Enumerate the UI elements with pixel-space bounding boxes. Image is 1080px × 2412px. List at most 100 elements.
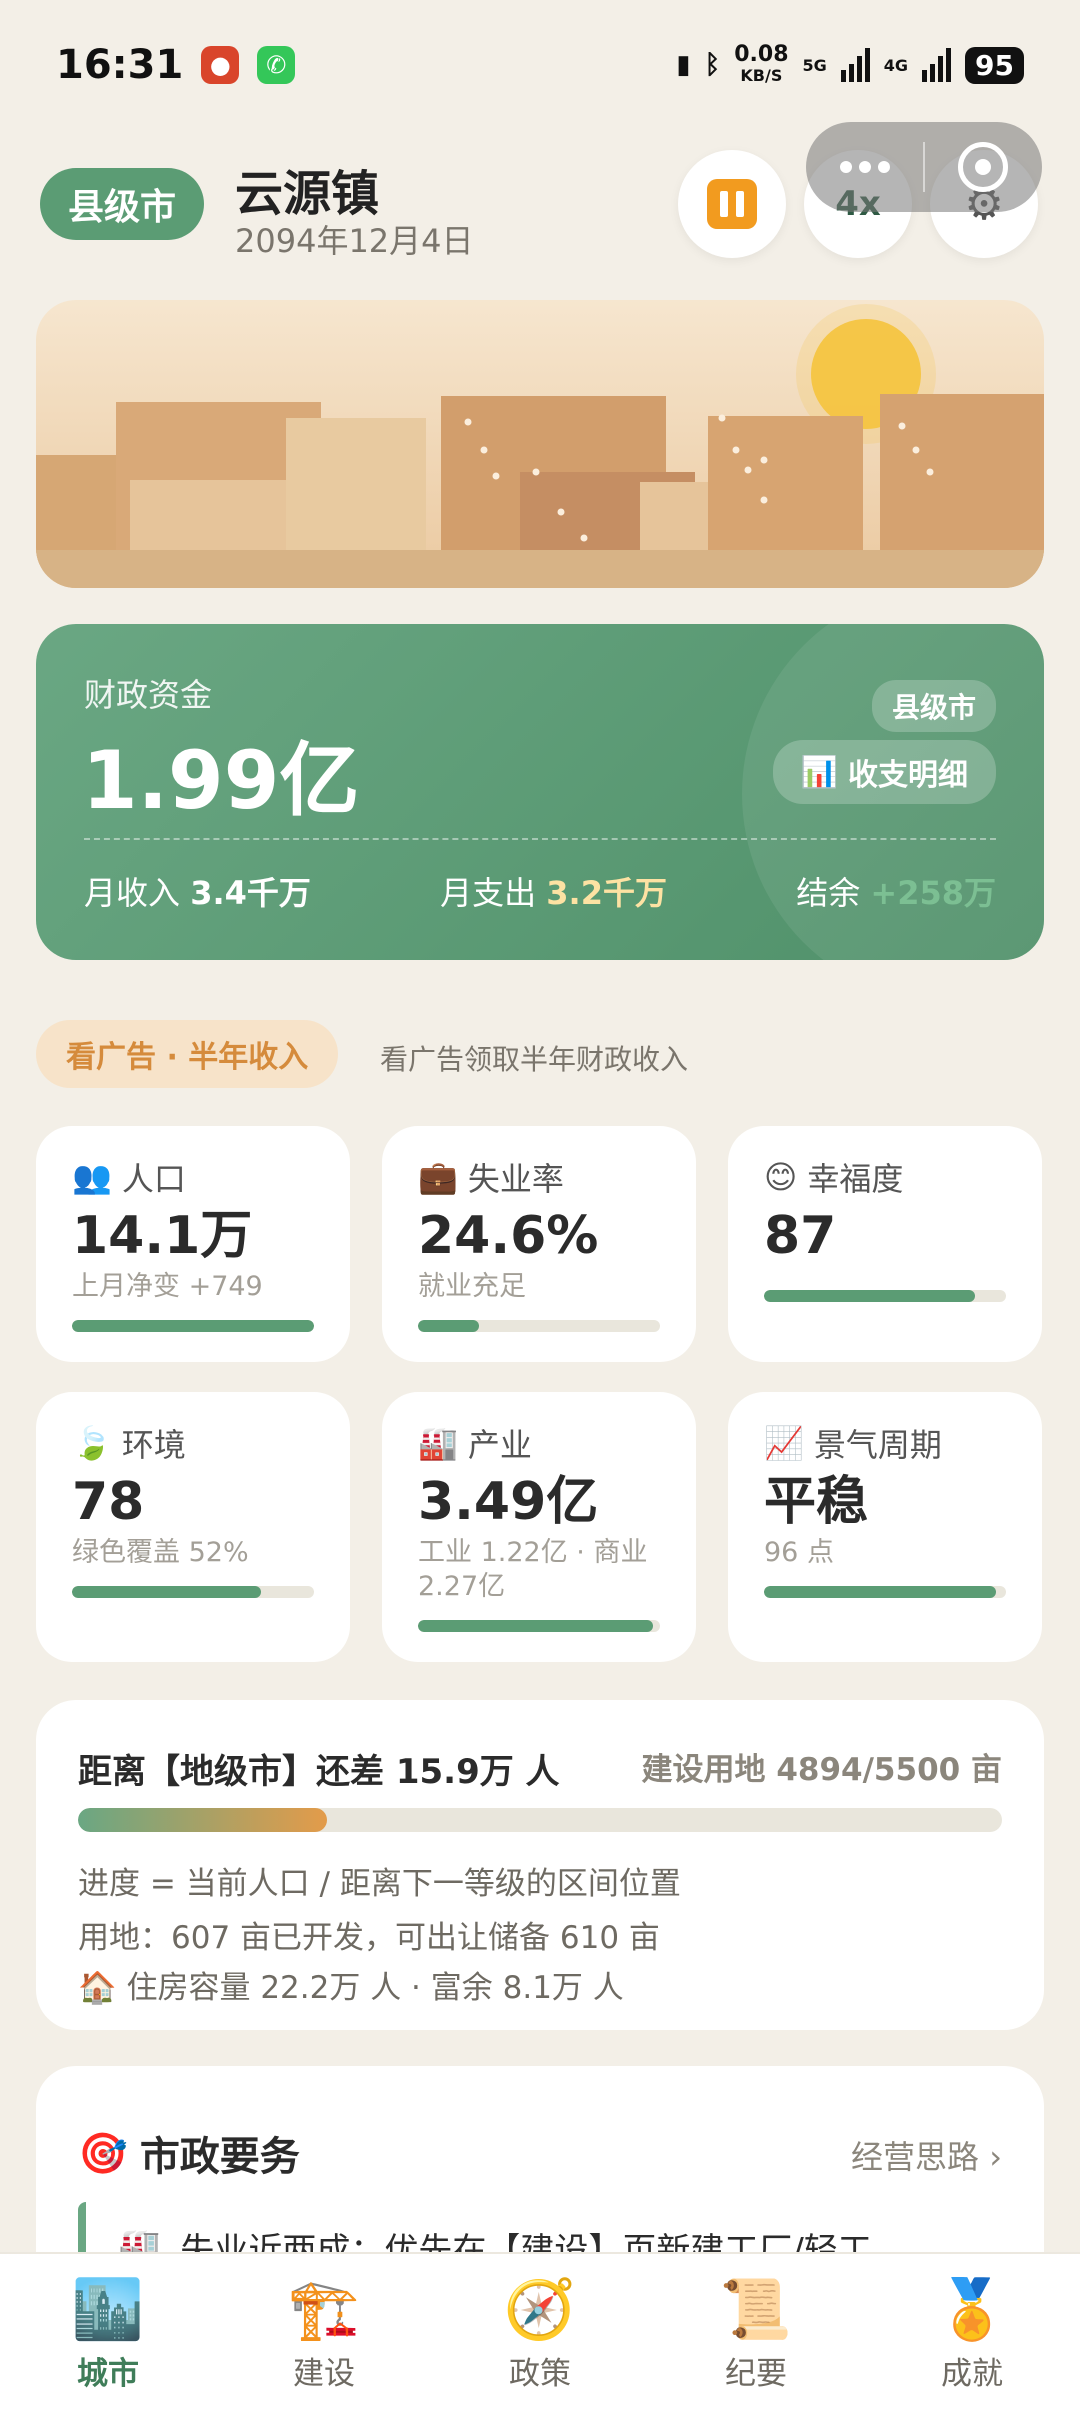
stat-label: 人口 — [121, 1160, 186, 1198]
stat-subtext: 就业充足 — [418, 1271, 526, 1302]
stat-subtext: 工业 1.22亿 · 商业 2.27亿 — [418, 1537, 648, 1602]
stat-progress-fill — [72, 1586, 261, 1598]
tasks-title-text: 市政要务 — [139, 2134, 300, 2180]
stat-label: 失业率 — [467, 1160, 564, 1198]
monthly-expense: 月支出 3.2千万 — [440, 868, 667, 914]
network-speed-unit: KB/S — [740, 65, 783, 85]
signal-5g-label: 5G — [802, 55, 827, 75]
stat-card-industry[interactable]: 🏭 产业 3.49亿 工业 1.22亿 · 商业 2.27亿 — [382, 1392, 696, 1662]
upgrade-target-title: 距离【地级市】还差 15.9万 人 — [78, 1752, 560, 1792]
stat-value: 3.49亿 — [418, 1472, 599, 1532]
house-icon: 🏠 — [78, 1970, 117, 2006]
balance-value: +258万 — [870, 874, 996, 912]
stat-card-unemployment[interactable]: 💼 失业率 24.6% 就业充足 — [382, 1126, 696, 1362]
land-usage-info: 用地：607 亩已开发，可出让储备 610 亩 — [78, 1920, 660, 1956]
network-speed-value: 0.08 — [734, 41, 789, 67]
pause-button[interactable] — [678, 150, 786, 258]
ad-hint: 看广告领取半年财政收入 — [380, 1043, 689, 1076]
skyline-svg — [36, 304, 1044, 588]
stat-progress-bar — [418, 1620, 660, 1632]
town-name: 云源镇 — [235, 166, 380, 222]
nav-policy[interactable]: 🧭 政策 — [450, 2274, 630, 2393]
trend-chart-icon: 📈 — [764, 1424, 804, 1462]
nav-achievements[interactable]: 🏅 成就 — [882, 2274, 1062, 2393]
stat-label: 环境 — [121, 1426, 186, 1464]
nav-city[interactable]: 🏙️ 城市 — [18, 2274, 198, 2393]
finance-tier-badge: 县级市 — [871, 680, 996, 732]
more-menu-button[interactable] — [840, 161, 891, 173]
stat-card-population[interactable]: 👥 人口 14.1万 上月净变 +749 — [36, 1126, 350, 1362]
stat-label: 产业 — [467, 1426, 532, 1464]
monthly-balance: 结余 +258万 — [796, 868, 996, 914]
phone-icon: ✆ — [257, 46, 296, 84]
bluetooth-icon: ᛒ — [704, 50, 721, 80]
stat-progress-fill — [72, 1320, 314, 1332]
scroll-icon: 📜 — [719, 2274, 793, 2343]
notification-app-icon: ● — [201, 46, 240, 84]
bar-chart-icon: 📊 — [800, 754, 838, 790]
stat-value: 24.6% — [418, 1206, 599, 1266]
briefcase-icon: 💼 — [418, 1158, 458, 1196]
watch-ad-button[interactable]: 看广告 · 半年收入 — [36, 1020, 339, 1088]
housing-capacity-text: 住房容量 22.2万 人 · 富余 8.1万 人 — [126, 1970, 624, 2006]
detail-button-label: 收支明细 — [848, 758, 968, 793]
stat-progress-bar — [72, 1586, 314, 1598]
stat-value: 78 — [72, 1472, 145, 1532]
finance-label: 财政资金 — [84, 676, 213, 714]
vibrate-icon: ▮ — [676, 50, 691, 80]
smile-icon: 😊 — [764, 1158, 798, 1196]
stat-subtext: 96 点 — [764, 1537, 834, 1568]
game-date: 2094年12月4日 — [235, 222, 474, 260]
stat-value: 平稳 — [764, 1472, 869, 1532]
leaf-icon: 🍃 — [72, 1424, 112, 1462]
stat-progress-fill — [418, 1620, 653, 1632]
nav-label: 成就 — [941, 2355, 1003, 2392]
town-skyline-illustration — [36, 300, 1044, 588]
stat-progress-bar — [418, 1320, 660, 1332]
bottom-nav: 🏙️ 城市 🏗️ 建设 🧭 政策 📜 纪要 🏅 成就 — [0, 2252, 1080, 2412]
strategy-link[interactable]: 经营思路 › — [851, 2132, 1002, 2178]
stat-progress-bar — [764, 1586, 1006, 1598]
monthly-income: 月收入 3.4千万 — [84, 868, 311, 914]
nav-label: 建设 — [293, 2355, 355, 2392]
close-miniprogram-button[interactable] — [957, 142, 1008, 192]
expense-value: 3.2千万 — [546, 874, 667, 912]
factory-icon: 🏭 — [418, 1424, 458, 1462]
city-upgrade-progress-card: 距离【地级市】还差 15.9万 人 建设用地 4894/5500 亩 进度 = … — [36, 1700, 1044, 2030]
stat-value: 87 — [764, 1206, 837, 1266]
medal-icon: 🏅 — [935, 2274, 1009, 2343]
signal-4g-label: 4G — [883, 55, 909, 75]
nav-construction[interactable]: 🏗️ 建设 — [234, 2274, 414, 2393]
target-icon: 🎯 — [78, 2130, 128, 2177]
tasks-title: 🎯 市政要务 — [78, 2124, 300, 2182]
compass-icon: 🧭 — [503, 2274, 577, 2343]
stat-card-happiness[interactable]: 😊 幸福度 87 — [728, 1126, 1042, 1362]
housing-capacity-info: 🏠 住房容量 22.2万 人 · 富余 8.1万 人 — [78, 1962, 624, 2007]
construction-land: 建设用地 4894/5500 亩 — [641, 1752, 1002, 1788]
people-icon: 👥 — [72, 1158, 112, 1196]
upgrade-progress-fill — [78, 1808, 328, 1832]
miniprogram-capsule — [806, 122, 1042, 212]
nav-records[interactable]: 📜 纪要 — [666, 2274, 846, 2393]
stat-progress-fill — [418, 1320, 479, 1332]
stat-label: 景气周期 — [813, 1426, 942, 1464]
pause-icon — [707, 179, 757, 229]
income-label: 月收入 — [84, 874, 181, 912]
signal-icon-2 — [922, 48, 952, 82]
balance-label: 结余 — [796, 874, 861, 912]
upgrade-progress-bar — [78, 1808, 1002, 1832]
stat-subtext: 绿色覆盖 52% — [72, 1537, 249, 1568]
crane-icon: 🏗️ — [287, 2274, 361, 2343]
status-time: 16:31 — [56, 42, 184, 88]
stat-progress-bar — [764, 1290, 1006, 1302]
income-expense-detail-button[interactable]: 📊 收支明细 — [772, 740, 996, 804]
finance-card: 财政资金 1.99亿 县级市 📊 收支明细 月收入 3.4千万 月支出 3.2千… — [36, 624, 1044, 960]
stat-card-environment[interactable]: 🍃 环境 78 绿色覆盖 52% — [36, 1392, 350, 1662]
status-bar: 16:31 ● ✆ ▮ ᛒ 0.08 KB/S 5G 4G 95 — [0, 0, 1080, 130]
nav-label: 城市 — [77, 2355, 139, 2392]
finance-summary-row: 月收入 3.4千万 月支出 3.2千万 结余 +258万 — [84, 868, 996, 914]
stat-card-economic-cycle[interactable]: 📈 景气周期 平稳 96 点 — [728, 1392, 1042, 1662]
finance-amount: 1.99亿 — [82, 734, 360, 827]
income-value: 3.4千万 — [190, 874, 311, 912]
stat-progress-fill — [764, 1290, 975, 1302]
